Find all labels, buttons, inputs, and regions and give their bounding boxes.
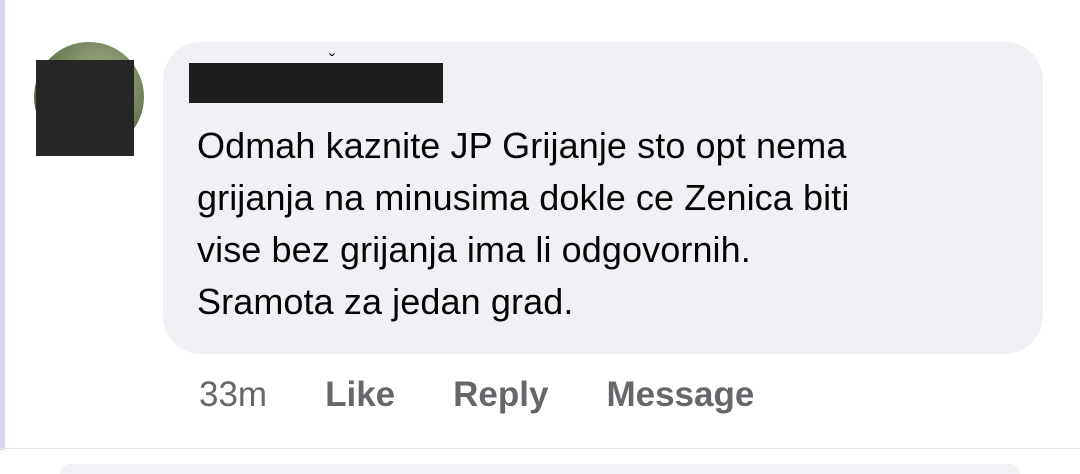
comment-line: Sramota za jedan grad.	[197, 281, 574, 322]
author-name-mark: ˇ	[329, 51, 335, 71]
comment-line: vise bez grijanja ima li odgovornih.	[197, 229, 751, 270]
comment-text: Odmah kaznite JP Grijanje sto opt nema g…	[197, 120, 1032, 328]
comment-line: grijanja na minusima dokle ce Zenica bit…	[197, 177, 850, 218]
comment-actions: 33m Like Reply Message	[199, 372, 754, 418]
thread-indent-line	[0, 0, 5, 450]
message-button[interactable]: Message	[606, 375, 754, 415]
avatar-redaction	[36, 60, 134, 156]
like-button[interactable]: Like	[325, 375, 395, 415]
comment-line: Odmah kaznite JP Grijanje sto opt nema	[197, 125, 847, 166]
author-name-redaction[interactable]	[189, 63, 443, 103]
reply-button[interactable]: Reply	[453, 375, 548, 415]
divider	[0, 448, 1080, 449]
comment-timestamp[interactable]: 33m	[199, 375, 267, 415]
next-comment-bubble-edge	[60, 464, 1020, 474]
